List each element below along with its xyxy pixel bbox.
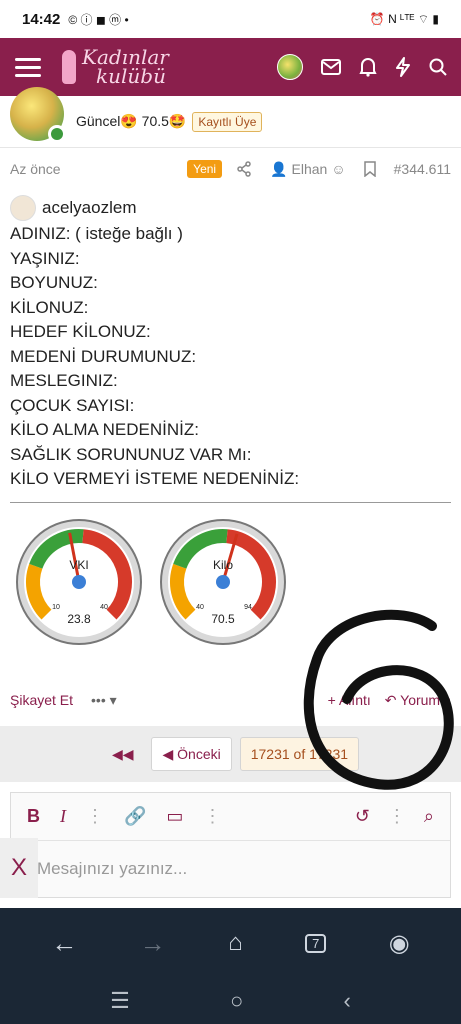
undo-icon[interactable]: ↺: [355, 806, 370, 827]
reply-label: Yorumla: [400, 691, 451, 708]
home-icon[interactable]: ⌂: [228, 929, 243, 957]
italic-icon[interactable]: I: [60, 806, 66, 827]
bell-icon[interactable]: [359, 57, 377, 77]
more-menu[interactable]: ••• ▾: [91, 692, 117, 709]
meta-author: Elhan: [291, 161, 328, 177]
post-line: HEDEF KİLONUZ:: [10, 322, 151, 341]
system-icons: ⏰ N ᴸᵀᴱ ⌔ ▮: [369, 11, 439, 26]
post-line: YAŞINIZ:: [10, 248, 80, 268]
bookmark-icon[interactable]: [363, 161, 376, 177]
profile-icon[interactable]: ◉: [389, 929, 410, 958]
post: Güncel😍 70.5🤩 Kayıtlı Üye Az önce Yeni 👤…: [0, 86, 461, 647]
link-icon[interactable]: 🔗: [124, 806, 146, 827]
account-avatar[interactable]: [277, 54, 303, 80]
message-input[interactable]: Mesajınızı yazınız...: [11, 841, 450, 897]
gauges: VKI 10 40 23.8 Kilo 40 94 70.5: [0, 503, 461, 647]
reply-icon: ↶: [384, 691, 401, 708]
user-row: Güncel😍 70.5🤩 Kayıtlı Üye: [0, 86, 461, 148]
first-page-button[interactable]: ◀◀: [102, 737, 144, 771]
app-header: Kadınlar kulübü: [0, 38, 461, 96]
browser-toolbar: ← → ⌂ 7 ◉: [0, 908, 461, 978]
system-nav: ☰ ○ ‹: [0, 978, 461, 1024]
post-line: SAĞLIK SORUNUNUZ VAR Mı:: [10, 444, 252, 464]
mail-icon[interactable]: [321, 59, 341, 75]
divider: [10, 501, 451, 503]
person-icon: 👤: [270, 160, 288, 177]
preview-icon[interactable]: ⌕: [424, 806, 434, 827]
gauge-value: 23.8: [67, 612, 91, 626]
post-time[interactable]: Az önce: [10, 161, 61, 177]
post-line: KİLONUZ:: [10, 297, 89, 317]
pagination: ◀◀ ◀ Önceki 17231 of 17231: [0, 726, 461, 782]
post-line: BOYUNUZ:: [10, 273, 98, 292]
prev-page-button[interactable]: ◀ Önceki: [151, 737, 232, 771]
logo-line2: kulübü: [96, 64, 166, 88]
page-selector[interactable]: 17231 of 17231: [239, 737, 360, 771]
site-logo[interactable]: Kadınlar kulübü: [62, 47, 169, 88]
gauge-min: 40: [196, 604, 204, 611]
gauge-max: 40: [100, 604, 108, 611]
back-icon[interactable]: ←: [51, 928, 77, 959]
gauge-max: 94: [244, 604, 252, 611]
gauge-1: Kilo 40 94 70.5: [160, 518, 286, 645]
author-avatar[interactable]: [10, 195, 36, 221]
post-meta: Az önce Yeni 👤 Elhan ☺ #344.611: [0, 150, 461, 188]
bolt-icon[interactable]: [395, 57, 411, 77]
gauge-value: 70.5: [211, 612, 235, 626]
user-badge: Kayıtlı Üye: [192, 111, 263, 132]
reply-button[interactable]: ↶ Yorumla: [385, 692, 451, 709]
post-line: MESLEGINIZ:: [10, 371, 118, 390]
report-link[interactable]: Şikayet Et: [10, 692, 73, 708]
close-editor-button[interactable]: X: [0, 838, 38, 898]
post-line: KİLO ALMA NEDENİNİZ:: [10, 420, 199, 439]
search-icon[interactable]: [429, 58, 447, 76]
gauge-label: Kilo: [213, 558, 233, 572]
verified-icon: ☺: [331, 161, 346, 177]
back-nav-icon[interactable]: ‹: [344, 988, 351, 1014]
message-editor: B I ⋮ 🔗 ▭ ⋮ ↺ ⋮ ⌕ Mesajınızı yazınız...: [10, 792, 451, 898]
quoted-author: acelyaozlem: [0, 194, 461, 222]
recents-icon[interactable]: ☰: [110, 988, 130, 1014]
post-author-link[interactable]: 👤 Elhan ☺: [270, 161, 346, 178]
home-nav-icon[interactable]: ○: [230, 988, 243, 1014]
gauge-label: VKI: [69, 558, 88, 572]
post-body: ADINIZ: ( isteğe bağlı ) YAŞINIZ: BOYUNUZ:…: [0, 222, 461, 492]
post-line: ÇOCUK SAYISI:: [10, 395, 135, 415]
notification-icons: © ⓘ ◼ ⓜ •: [68, 12, 129, 27]
more-options-icon-3[interactable]: ⋮: [388, 806, 406, 827]
post-line: MEDENİ DURUMUNUZ:: [10, 346, 197, 366]
gauge-min: 10: [52, 604, 60, 611]
logo-figure-icon: [62, 50, 76, 84]
online-icon: [48, 124, 66, 143]
share-icon[interactable]: [236, 161, 252, 177]
tabs-icon[interactable]: 7: [305, 933, 327, 953]
gauge-0: VKI 10 40 23.8: [16, 518, 142, 645]
more-options-icon[interactable]: ⋮: [86, 806, 104, 827]
editor-toolbar: B I ⋮ 🔗 ▭ ⋮ ↺ ⋮ ⌕: [11, 793, 450, 841]
author-name[interactable]: acelyaozlem: [42, 198, 137, 218]
post-footer: Şikayet Et ••• ▾ + Alıntı ↶ Yorumla: [0, 686, 461, 714]
user-avatar[interactable]: [10, 86, 66, 143]
new-badge: Yeni: [187, 160, 223, 178]
forward-icon[interactable]: →: [140, 928, 166, 959]
post-number[interactable]: #344.611: [394, 161, 451, 177]
status-time: 14:42: [22, 10, 61, 28]
post-line: ADINIZ: ( isteğe bağlı ): [10, 224, 183, 243]
bold-icon[interactable]: B: [27, 806, 40, 827]
post-line: KİLO VERMEYİ İSTEME NEDENİNİZ:: [10, 469, 300, 488]
quote-button[interactable]: + Alıntı: [328, 692, 371, 709]
more-options-icon-2[interactable]: ⋮: [203, 806, 221, 827]
image-icon[interactable]: ▭: [166, 806, 183, 827]
user-status: Güncel😍 70.5🤩: [76, 113, 187, 129]
status-bar: 14:42 © ⓘ ◼ ⓜ • ⏰ N ᴸᵀᴱ ⌔ ▮: [0, 0, 461, 38]
